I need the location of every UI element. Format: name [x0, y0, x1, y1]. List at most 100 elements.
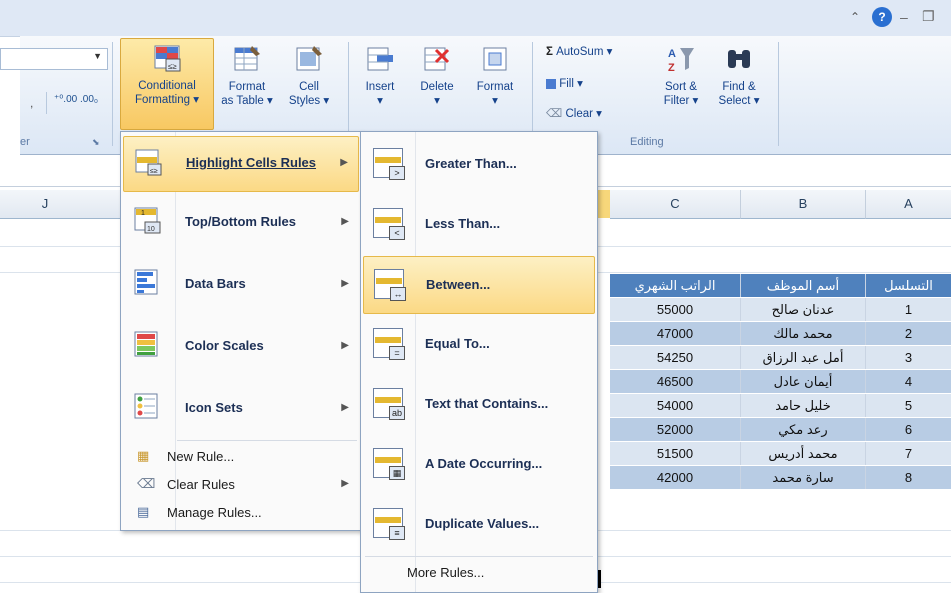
- cell-sequence[interactable]: 8: [866, 466, 951, 489]
- cell-employee-name[interactable]: محمد مالك: [741, 322, 866, 345]
- number-format-dropdown[interactable]: ▼: [0, 48, 108, 70]
- cell-sequence[interactable]: 6: [866, 418, 951, 441]
- menu-item-icon-sets[interactable]: Icon Sets ▶: [123, 380, 359, 436]
- cell-employee-name[interactable]: خليل حامد: [741, 394, 866, 417]
- menu-label: Equal To...: [425, 336, 490, 351]
- cell-sequence[interactable]: 4: [866, 370, 951, 393]
- cell-sequence[interactable]: 7: [866, 442, 951, 465]
- clear-button[interactable]: ⌫ Clear ▾: [546, 106, 602, 120]
- column-header-b[interactable]: B: [741, 190, 866, 219]
- submenu-arrow-icon: ▶: [341, 478, 349, 489]
- help-icon[interactable]: ?: [872, 7, 892, 27]
- format-button[interactable]: Format ▾: [468, 40, 522, 108]
- greater-than-icon: >: [373, 148, 405, 180]
- cell-styles-label: Cell: [299, 81, 319, 93]
- delete-label: Delete: [420, 81, 454, 93]
- dialog-launcher-icon[interactable]: ⬊: [92, 137, 100, 148]
- menu-label: Highlight Cells Rules: [186, 155, 317, 170]
- column-header-selected[interactable]: [596, 190, 610, 218]
- fill-button[interactable]: Fill ▾: [546, 76, 583, 90]
- svg-text:Z: Z: [668, 62, 675, 74]
- cell-salary[interactable]: 54250: [610, 346, 741, 369]
- cell-salary[interactable]: 46500: [610, 370, 741, 393]
- menu-item-greater-than[interactable]: > Greater Than...: [363, 136, 595, 192]
- cell-salary[interactable]: 52000: [610, 418, 741, 441]
- window-minimize-icon[interactable]: –: [900, 9, 908, 25]
- conditional-formatting-menu: ≤≥ Highlight Cells Rules ▶ 1 10 Top/Bott…: [120, 131, 362, 531]
- less-than-icon: <: [373, 208, 405, 240]
- eraser-icon: ⌫: [546, 108, 563, 120]
- sort-filter-label-2: Filter: [663, 95, 690, 107]
- cell-salary[interactable]: 54000: [610, 394, 741, 417]
- insert-cells-icon: [367, 47, 393, 71]
- delete-cells-icon: [424, 47, 450, 71]
- duplicate-values-icon: ≡: [373, 508, 405, 540]
- format-as-table-label-2: as Table: [221, 95, 264, 107]
- between-icon: ↔: [374, 269, 406, 301]
- cell-sequence[interactable]: 5: [866, 394, 951, 417]
- menu-item-less-than[interactable]: < Less Than...: [363, 196, 595, 252]
- menu-item-more-rules[interactable]: More Rules...: [363, 560, 595, 586]
- find-select-button[interactable]: Find & Select ▾: [712, 40, 766, 108]
- autosum-button[interactable]: Σ AutoSum ▾: [546, 44, 612, 58]
- svg-text:A: A: [668, 48, 676, 60]
- menu-label: Data Bars: [185, 276, 246, 291]
- autosum-label: AutoSum: [556, 46, 604, 58]
- menu-item-clear-rules[interactable]: ⌫ Clear Rules ▶: [123, 472, 359, 498]
- format-as-table-label: Format: [228, 81, 266, 93]
- cell-employee-name[interactable]: عدنان صالح: [741, 298, 866, 321]
- menu-label: More Rules...: [407, 565, 485, 580]
- table-header-sequence[interactable]: التسلسل: [866, 274, 951, 297]
- column-header-a[interactable]: A: [866, 190, 951, 219]
- cell-employee-name[interactable]: رعد مكي: [741, 418, 866, 441]
- cell-employee-name[interactable]: محمد أدريس: [741, 442, 866, 465]
- cell-salary[interactable]: 55000: [610, 298, 741, 321]
- cell-styles-icon: [296, 46, 322, 71]
- menu-item-equal-to[interactable]: = Equal To...: [363, 316, 595, 372]
- cell-sequence[interactable]: 2: [866, 322, 951, 345]
- conditional-formatting-label: Conditional: [138, 80, 196, 92]
- cell-sequence[interactable]: 1: [866, 298, 951, 321]
- column-header-j[interactable]: J: [0, 190, 91, 219]
- cell-styles-button[interactable]: Cell Styles ▾: [282, 40, 336, 108]
- cell-salary[interactable]: 42000: [610, 466, 741, 489]
- column-header[interactable]: [90, 190, 121, 219]
- fill-label: Fill: [559, 78, 574, 90]
- menu-item-text-contains[interactable]: ab Text that Contains...: [363, 376, 595, 432]
- menu-item-date-occurring[interactable]: ▦ A Date Occurring...: [363, 436, 595, 492]
- conditional-formatting-button[interactable]: ≤≥ Conditional Formatting ▾: [120, 38, 214, 130]
- submenu-arrow-icon: ▶: [341, 278, 349, 289]
- cell-employee-name[interactable]: أمل عبد الرزاق: [741, 346, 866, 369]
- delete-button[interactable]: Delete ▾: [412, 40, 462, 108]
- menu-item-between[interactable]: ↔ Between...: [363, 256, 595, 314]
- sort-filter-button[interactable]: A Z Sort & Filter ▾: [654, 40, 708, 108]
- cell-salary[interactable]: 51500: [610, 442, 741, 465]
- format-as-table-button[interactable]: Format as Table ▾: [216, 40, 278, 108]
- menu-item-highlight-cells-rules[interactable]: ≤≥ Highlight Cells Rules ▶: [123, 136, 359, 192]
- submenu-arrow-icon: ▶: [340, 157, 348, 168]
- menu-label: Text that Contains...: [425, 396, 549, 411]
- cell-employee-name[interactable]: أيمان عادل: [741, 370, 866, 393]
- cell-employee-name[interactable]: سارة محمد: [741, 466, 866, 489]
- submenu-arrow-icon: ▶: [341, 340, 349, 351]
- svg-text:≤≥: ≤≥: [150, 168, 158, 175]
- menu-item-manage-rules[interactable]: ▤ Manage Rules...: [123, 500, 359, 526]
- menu-item-new-rule[interactable]: ▦ New Rule...: [123, 444, 359, 470]
- column-header-c[interactable]: C: [610, 190, 741, 219]
- cell-sequence[interactable]: 3: [866, 346, 951, 369]
- insert-button[interactable]: Insert ▾: [356, 40, 404, 108]
- menu-item-data-bars[interactable]: Data Bars ▶: [123, 256, 359, 312]
- menu-item-top-bottom-rules[interactable]: 1 10 Top/Bottom Rules ▶: [123, 194, 359, 250]
- menu-label: Manage Rules...: [167, 505, 262, 520]
- chevron-down-icon: ▼: [93, 51, 102, 61]
- cell-salary[interactable]: 47000: [610, 322, 741, 345]
- menu-item-duplicate-values[interactable]: ≡ Duplicate Values...: [363, 496, 595, 552]
- increase-decimal-icon[interactable]: ⁺⁰.00: [54, 94, 77, 105]
- sigma-icon: Σ: [546, 46, 553, 58]
- table-header-salary[interactable]: الراتب الشهري: [610, 274, 741, 297]
- menu-item-color-scales[interactable]: Color Scales ▶: [123, 318, 359, 374]
- minimize-ribbon-icon[interactable]: ⌃: [850, 10, 860, 24]
- window-restore-icon[interactable]: ❐: [922, 8, 935, 25]
- decrease-decimal-icon[interactable]: .00₀: [80, 94, 98, 105]
- table-header-employee[interactable]: أسم الموظف: [741, 274, 866, 297]
